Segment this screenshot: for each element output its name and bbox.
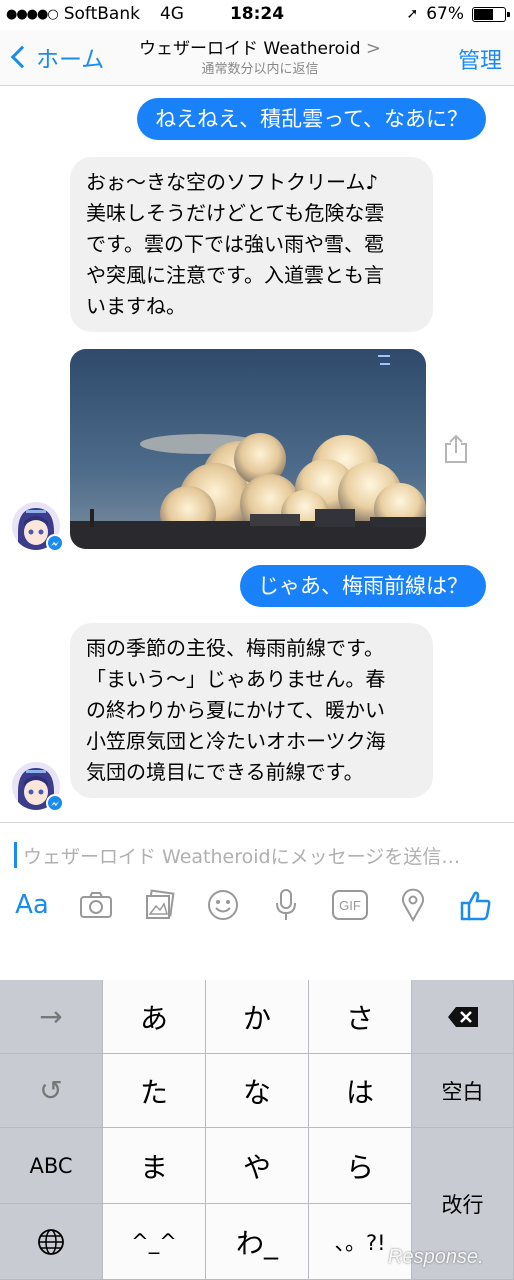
message-line: や突風に注意です。入道雲とも言 xyxy=(86,263,384,287)
composer-toolbar: Aa GIF xyxy=(0,881,514,929)
key-a[interactable]: あ xyxy=(103,980,206,1054)
camera-icon[interactable] xyxy=(76,887,116,923)
messenger-bolt-icon xyxy=(46,794,64,812)
status-bar: ●●●●○ SoftBank 4G 18:24 ➚ 67% xyxy=(0,0,514,30)
key-kaomoji[interactable]: ^_^ xyxy=(103,1204,206,1280)
key-ka[interactable]: か xyxy=(206,980,309,1054)
outgoing-message[interactable]: じゃあ、梅雨前線は？ xyxy=(240,565,486,607)
message-input[interactable]: ウェザーロイド Weatheroidにメッセージを送信… xyxy=(14,837,504,873)
cumulonimbus-photo[interactable] xyxy=(70,349,426,549)
bot-avatar[interactable] xyxy=(12,762,64,812)
key-sa[interactable]: さ xyxy=(309,980,412,1054)
next-candidate-key[interactable]: → xyxy=(0,980,103,1054)
back-button[interactable]: ホーム xyxy=(8,40,104,74)
conversation-title[interactable]: ウェザーロイド Weatheroid > xyxy=(130,34,390,59)
message-line: 小笠原気団と冷たいオホーツク海 xyxy=(86,729,386,753)
backspace-icon xyxy=(447,1006,478,1027)
message-line: です。雲の下では強い雨や雪、雹 xyxy=(86,232,384,256)
key-ha[interactable]: は xyxy=(309,1054,412,1128)
message-composer: ウェザーロイド Weatheroidにメッセージを送信… Aa GIF xyxy=(0,822,514,934)
key-ma[interactable]: ま xyxy=(103,1128,206,1204)
incoming-message[interactable]: おぉ〜きな空のソフトクリーム♪ 美味しそうだけどとても危険な雲 です。雲の下では… xyxy=(70,157,433,332)
navigation-bar: ホーム ウェザーロイド Weatheroid > 通常数分以内に返信 管理 xyxy=(0,30,514,86)
text-cursor xyxy=(14,842,17,868)
cloud-photo-image xyxy=(70,349,426,549)
share-icon[interactable] xyxy=(442,434,470,464)
message-line: 雨の季節の主役、梅雨前線です。 xyxy=(86,636,384,660)
globe-key[interactable] xyxy=(0,1204,103,1280)
key-ra[interactable]: ら xyxy=(309,1128,412,1204)
microphone-icon[interactable] xyxy=(266,887,306,923)
response-time-note: 通常数分以内に返信 xyxy=(201,62,319,77)
bot-avatar[interactable] xyxy=(12,502,64,552)
message-line: 気団の境目にできる前線です。 xyxy=(86,760,364,784)
text-format-button[interactable]: Aa xyxy=(12,887,52,923)
chevron-right-icon: > xyxy=(365,38,382,59)
message-line: おぉ〜きな空のソフトクリーム♪ xyxy=(86,170,379,194)
arrow-right-icon: → xyxy=(39,1000,63,1033)
key-wa[interactable]: わ_ xyxy=(206,1204,309,1280)
messenger-bolt-icon xyxy=(46,534,64,552)
message-text: じゃあ、梅雨前線は？ xyxy=(258,574,468,598)
japanese-keyboard: → あ か さ ↺ た な は 空白 ABC ま や ら 改行 ^_^ わ_ 、… xyxy=(0,980,514,1280)
key-ya[interactable]: や xyxy=(206,1128,309,1204)
message-text: ねえねえ、積乱雲って、なあに？ xyxy=(155,107,468,131)
gif-label: GIF xyxy=(339,898,361,913)
location-arrow-icon: ➚ xyxy=(406,6,419,22)
back-label: ホーム xyxy=(36,47,105,73)
conversation-name: ウェザーロイド Weatheroid xyxy=(138,39,361,59)
emoji-icon[interactable] xyxy=(203,887,243,923)
incoming-message[interactable]: 雨の季節の主役、梅雨前線です。 「まいう〜」じゃありません。春 の終わりから夏に… xyxy=(70,623,433,798)
message-line: 美味しそうだけどとても危険な雲 xyxy=(86,201,385,225)
message-input-placeholder: ウェザーロイド Weatheroidにメッセージを送信… xyxy=(23,845,461,868)
manage-button[interactable]: 管理 xyxy=(458,43,502,75)
key-ta[interactable]: た xyxy=(103,1054,206,1128)
key-na[interactable]: な xyxy=(206,1054,309,1128)
chevron-left-icon xyxy=(10,45,34,69)
undo-key[interactable]: ↺ xyxy=(0,1054,103,1128)
battery-icon xyxy=(472,6,510,22)
location-icon[interactable] xyxy=(393,887,433,923)
message-line: いますね。 xyxy=(86,294,186,318)
outgoing-message[interactable]: ねえねえ、積乱雲って、なあに？ xyxy=(137,98,486,140)
space-key[interactable]: 空白 xyxy=(412,1054,514,1128)
response-watermark: Response. xyxy=(388,1246,484,1268)
like-icon[interactable] xyxy=(456,887,496,923)
globe-icon xyxy=(38,1228,64,1255)
message-line: 「まいう〜」じゃありません。春 xyxy=(86,667,386,691)
gif-icon[interactable]: GIF xyxy=(330,887,370,923)
gallery-icon[interactable] xyxy=(140,887,180,923)
battery-percent: 67% xyxy=(426,4,464,24)
delete-key[interactable] xyxy=(412,980,514,1054)
message-line: の終わりから夏にかけて、暖かい xyxy=(86,698,385,722)
undo-icon: ↺ xyxy=(39,1074,63,1107)
abc-key[interactable]: ABC xyxy=(0,1128,103,1204)
